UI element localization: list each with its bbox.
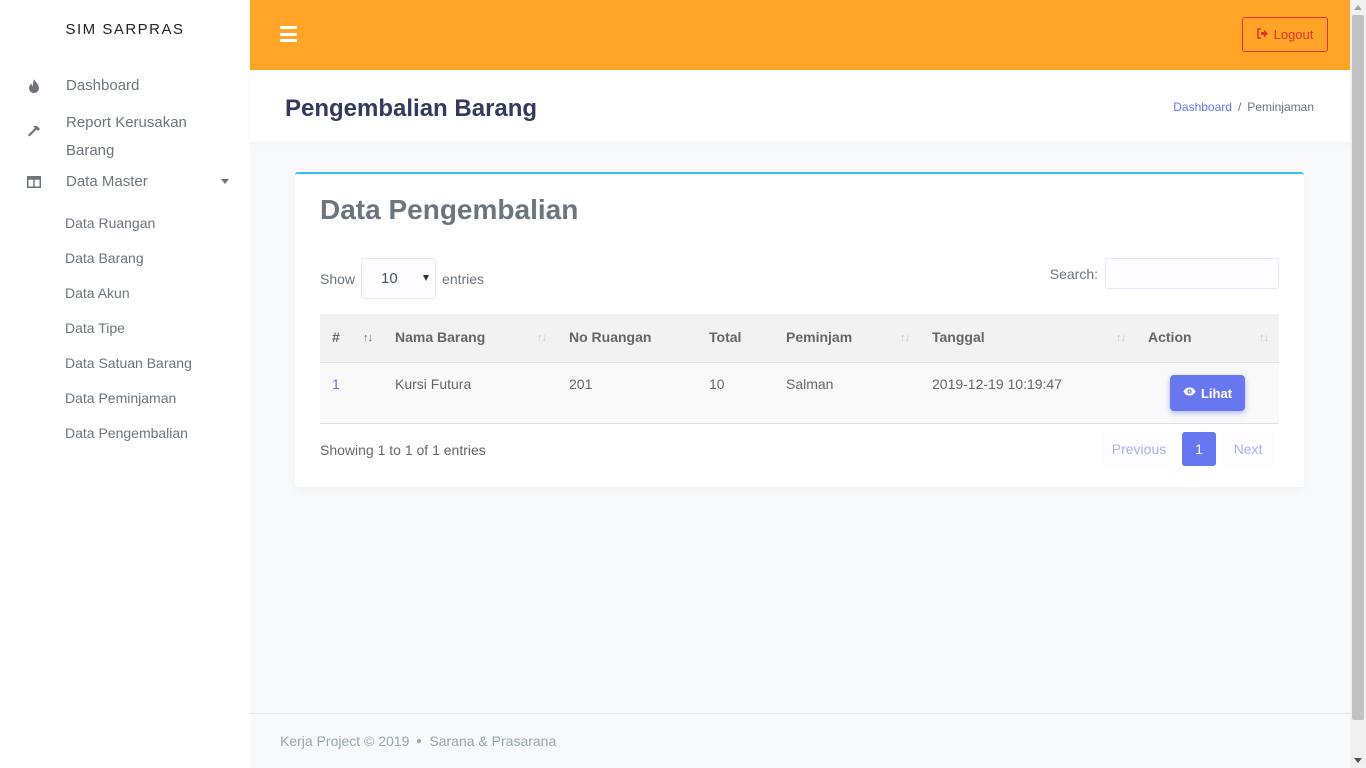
data-master-submenu: Data Ruangan Data Barang Data Akun Data … — [0, 214, 250, 459]
column-header-tanggal[interactable]: Tanggal — [932, 329, 985, 345]
footer: Kerja Project © 2019 Sarana & Prasarana — [250, 713, 1350, 768]
column-header-nama-barang[interactable]: Nama Barang — [395, 329, 485, 345]
sidebar-item-report-kerusakan[interactable]: Report Kerusakan Barang — [0, 109, 250, 165]
submenu-item-data-tipe[interactable]: Data Tipe — [0, 319, 250, 354]
brand-logo[interactable]: SIM SARPRAS — [0, 0, 250, 58]
cell-no: 1 — [332, 376, 340, 392]
entries-length-control: Show 10 entries — [320, 258, 484, 299]
sidebar-item-dashboard[interactable]: Dashboard — [0, 73, 250, 101]
sidebar-item-data-master[interactable]: Data Master — [0, 173, 250, 201]
table-row: 1 Kursi Futura 201 10 Salman 2019-12-19 … — [320, 363, 1279, 424]
column-header-total[interactable]: Total — [709, 329, 741, 345]
scroll-down-arrow-icon[interactable] — [1354, 758, 1362, 763]
submenu-item-data-ruangan[interactable]: Data Ruangan — [0, 214, 250, 249]
cell-no-ruangan: 201 — [569, 376, 593, 392]
page-title: Pengembalian Barang — [285, 95, 538, 122]
submenu-item-data-pengembalian[interactable]: Data Pengembalian — [0, 424, 250, 459]
column-header-action[interactable]: Action — [1148, 329, 1192, 345]
sidebar: SIM SARPRAS Dashboard Report Kerusakan B… — [0, 0, 250, 768]
table-header: # ↑↓ Nama Barang ↑↓ No Ruangan Total Pem… — [320, 314, 1279, 363]
next-page-button[interactable]: Next — [1222, 432, 1274, 466]
column-header-no-ruangan[interactable]: No Ruangan — [569, 329, 651, 345]
breadcrumb-item-dashboard[interactable]: Dashboard — [1173, 100, 1232, 114]
sign-out-icon — [1256, 27, 1269, 42]
lihat-label: Lihat — [1200, 385, 1233, 401]
data-table: # ↑↓ Nama Barang ↑↓ No Ruangan Total Pem… — [320, 314, 1279, 424]
submenu-item-data-peminjaman[interactable]: Data Peminjaman — [0, 389, 250, 424]
column-header-no[interactable]: # — [332, 329, 340, 345]
pagination: Previous 1 Next — [1102, 432, 1274, 466]
breadcrumb-separator: / — [1237, 100, 1242, 114]
breadcrumb: Dashboard / Peminjaman — [1173, 100, 1314, 114]
footer-copyright: Kerja Project © 2019 — [280, 733, 410, 749]
cell-tanggal: 2019-12-19 10:19:47 — [932, 376, 1062, 392]
caret-down-icon — [423, 275, 430, 281]
data-pengembalian-card: Data Pengembalian Show 10 entries Search… — [295, 172, 1304, 487]
sidebar-item-label: Report Kerusakan Barang — [66, 114, 187, 159]
sidebar-item-label: Dashboard — [66, 77, 140, 94]
sidebar-item-label: Data Master — [66, 173, 148, 190]
sort-icon[interactable]: ↑↓ — [1259, 332, 1269, 344]
footer-app-name: Sarana & Prasarana — [429, 733, 557, 749]
submenu-item-data-satuan-barang[interactable]: Data Satuan Barang — [0, 354, 250, 389]
submenu-item-data-akun[interactable]: Data Akun — [0, 284, 250, 319]
logout-button[interactable]: Logout — [1242, 17, 1328, 52]
scroll-up-arrow-icon[interactable] — [1354, 5, 1362, 10]
bars-icon[interactable] — [280, 26, 297, 42]
entries-label: entries — [442, 270, 485, 287]
columns-icon — [26, 174, 42, 190]
section-header: Pengembalian Barang Dashboard / Peminjam… — [250, 70, 1350, 142]
submenu-item-data-barang[interactable]: Data Barang — [0, 249, 250, 284]
cell-total: 10 — [709, 376, 725, 392]
sort-icon[interactable]: ↑↓ — [363, 332, 373, 344]
fire-icon — [26, 78, 42, 94]
eye-icon — [1183, 387, 1196, 399]
cell-nama-barang: Kursi Futura — [395, 376, 472, 392]
topbar: Logout — [250, 0, 1350, 70]
table-info: Showing 1 to 1 of 1 entries — [320, 442, 486, 458]
sort-icon[interactable]: ↑↓ — [537, 332, 547, 344]
lihat-button[interactable]: Lihat — [1170, 375, 1245, 411]
chevron-down-icon — [221, 179, 229, 184]
previous-page-button[interactable]: Previous — [1102, 432, 1176, 466]
search-input[interactable] — [1105, 258, 1279, 289]
search-label: Search: — [1049, 265, 1098, 282]
bullet-separator — [417, 739, 422, 743]
search-control: Search: — [1050, 258, 1279, 289]
logout-label: Logout — [1273, 27, 1314, 42]
hammer-icon — [26, 123, 42, 139]
cell-peminjam: Salman — [786, 376, 834, 392]
vertical-scrollbar[interactable] — [1350, 0, 1366, 768]
entries-length-select[interactable]: 10 — [361, 258, 437, 299]
breadcrumb-item-peminjaman: Peminjaman — [1247, 100, 1314, 114]
column-header-peminjam[interactable]: Peminjam — [786, 329, 852, 345]
show-label: Show — [320, 270, 356, 287]
sort-icon[interactable]: ↑↓ — [1116, 332, 1126, 344]
card-title: Data Pengembalian — [320, 194, 579, 225]
entries-length-value: 10 — [381, 270, 398, 287]
scrollbar-thumb[interactable] — [1352, 15, 1364, 720]
page-1-button[interactable]: 1 — [1182, 432, 1216, 466]
sort-icon[interactable]: ↑↓ — [900, 332, 910, 344]
